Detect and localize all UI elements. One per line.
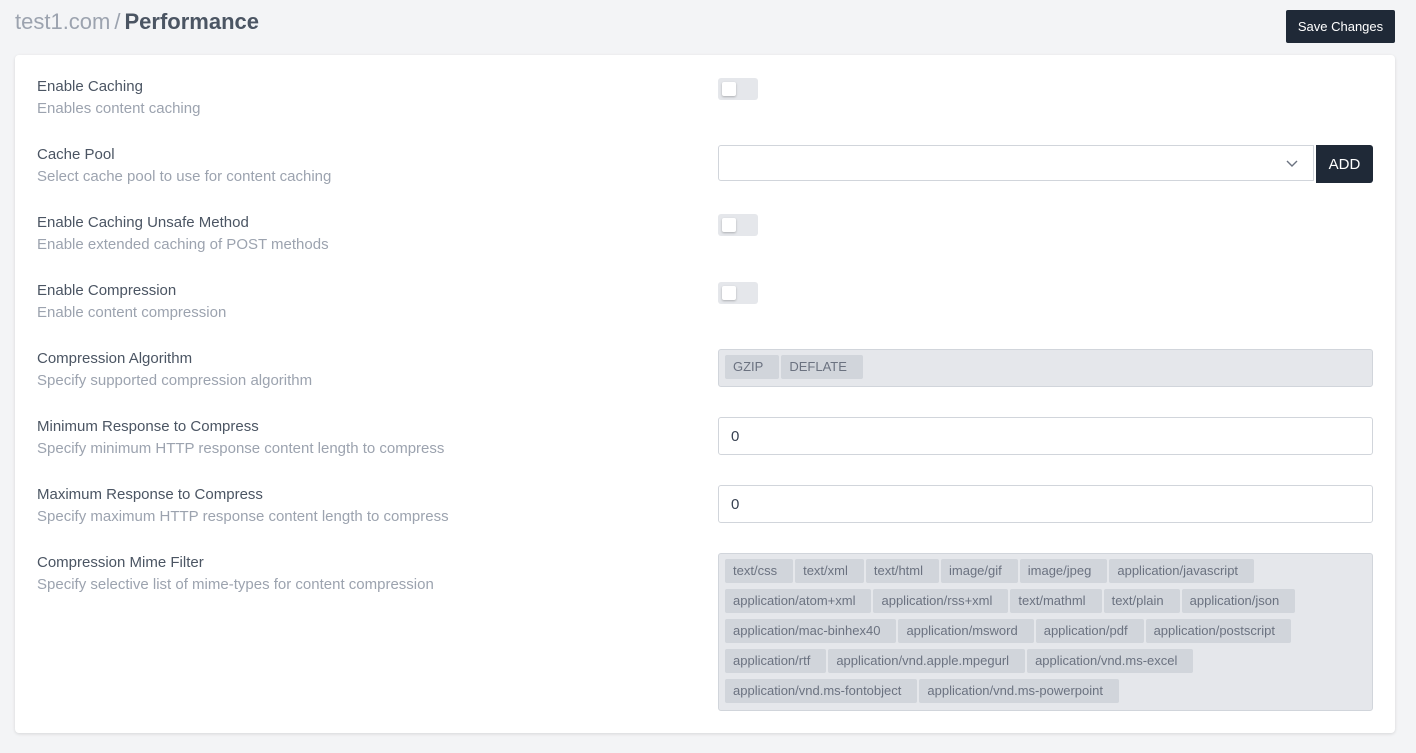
breadcrumb: test1.com / Performance (15, 8, 259, 36)
mime-tag[interactable]: text/css (725, 559, 794, 583)
unsafe-method-label: Enable Caching Unsafe Method (37, 214, 249, 231)
compression-desc: Enable content compression (37, 304, 227, 321)
compression-algorithm-tags[interactable]: GZIP DEFLATE (718, 349, 1373, 387)
enable-caching-desc: Enables content caching (37, 100, 201, 117)
setting-compression-algorithm: Compression Algorithm Specify supported … (37, 348, 1373, 392)
mime-tag[interactable]: application/javascript (1109, 559, 1255, 583)
setting-cache-pool: Cache Pool Select cache pool to use for … (37, 144, 1373, 188)
enable-caching-toggle[interactable] (718, 78, 758, 100)
mime-tag[interactable]: application/vnd.ms-excel (1027, 649, 1194, 673)
min-response-input[interactable] (718, 417, 1373, 455)
add-cache-pool-button[interactable]: ADD (1316, 145, 1373, 183)
setting-mime-filter: Compression Mime Filter Specify selectiv… (37, 552, 1373, 711)
algorithm-tag[interactable]: GZIP (725, 355, 780, 379)
mime-tag[interactable]: application/vnd.apple.mpegurl (828, 649, 1026, 673)
setting-unsafe-method: Enable Caching Unsafe Method Enable exte… (37, 212, 1373, 256)
mime-tag[interactable]: text/html (865, 559, 939, 583)
unsafe-method-toggle[interactable] (718, 214, 758, 236)
setting-max-response: Maximum Response to Compress Specify max… (37, 484, 1373, 528)
compression-toggle[interactable] (718, 282, 758, 304)
toggle-knob (722, 82, 736, 96)
mime-tag[interactable]: text/mathml (1010, 589, 1102, 613)
mime-tag[interactable]: text/plain (1103, 589, 1180, 613)
toggle-knob (722, 286, 736, 300)
mime-tag[interactable]: image/gif (941, 559, 1018, 583)
mime-tag[interactable]: application/json (1181, 589, 1296, 613)
algorithm-tag[interactable]: DEFLATE (781, 355, 863, 379)
mime-tag[interactable]: application/msword (898, 619, 1034, 643)
enable-caching-label: Enable Caching (37, 78, 143, 95)
mime-tag[interactable]: application/vnd.ms-powerpoint (919, 679, 1119, 703)
setting-enable-caching: Enable Caching Enables content caching (37, 76, 1373, 120)
breadcrumb-separator: / (114, 9, 121, 34)
mime-tag[interactable]: application/postscript (1145, 619, 1291, 643)
breadcrumb-site[interactable]: test1.com (15, 9, 110, 34)
mime-tag[interactable]: text/xml (795, 559, 864, 583)
mime-filter-tags[interactable]: text/css text/xml text/html image/gif image/… (718, 553, 1373, 711)
mime-tag[interactable]: application/vnd.ms-fontobject (725, 679, 918, 703)
mime-tag[interactable]: image/jpeg (1019, 559, 1108, 583)
toggle-knob (722, 218, 736, 232)
mime-tag[interactable]: application/atom+xml (725, 589, 872, 613)
mime-tag[interactable]: application/pdf (1035, 619, 1144, 643)
chevron-down-icon (1286, 160, 1298, 167)
setting-compression: Enable Compression Enable content compre… (37, 280, 1373, 324)
mime-tag[interactable]: application/rtf (725, 649, 827, 673)
max-response-input[interactable] (718, 485, 1373, 523)
mime-tag[interactable]: application/mac-binhex40 (725, 619, 897, 643)
page-title: Performance (124, 9, 260, 34)
save-changes-button[interactable]: Save Changes (1286, 10, 1395, 43)
setting-min-response: Minimum Response to Compress Specify min… (37, 416, 1373, 460)
compression-label: Enable Compression (37, 282, 177, 299)
settings-card: Enable Caching Enables content caching C… (15, 55, 1395, 733)
unsafe-method-desc: Enable extended caching of POST methods (37, 236, 329, 253)
cache-pool-select[interactable] (718, 145, 1314, 181)
mime-tag[interactable]: application/rss+xml (873, 589, 1009, 613)
